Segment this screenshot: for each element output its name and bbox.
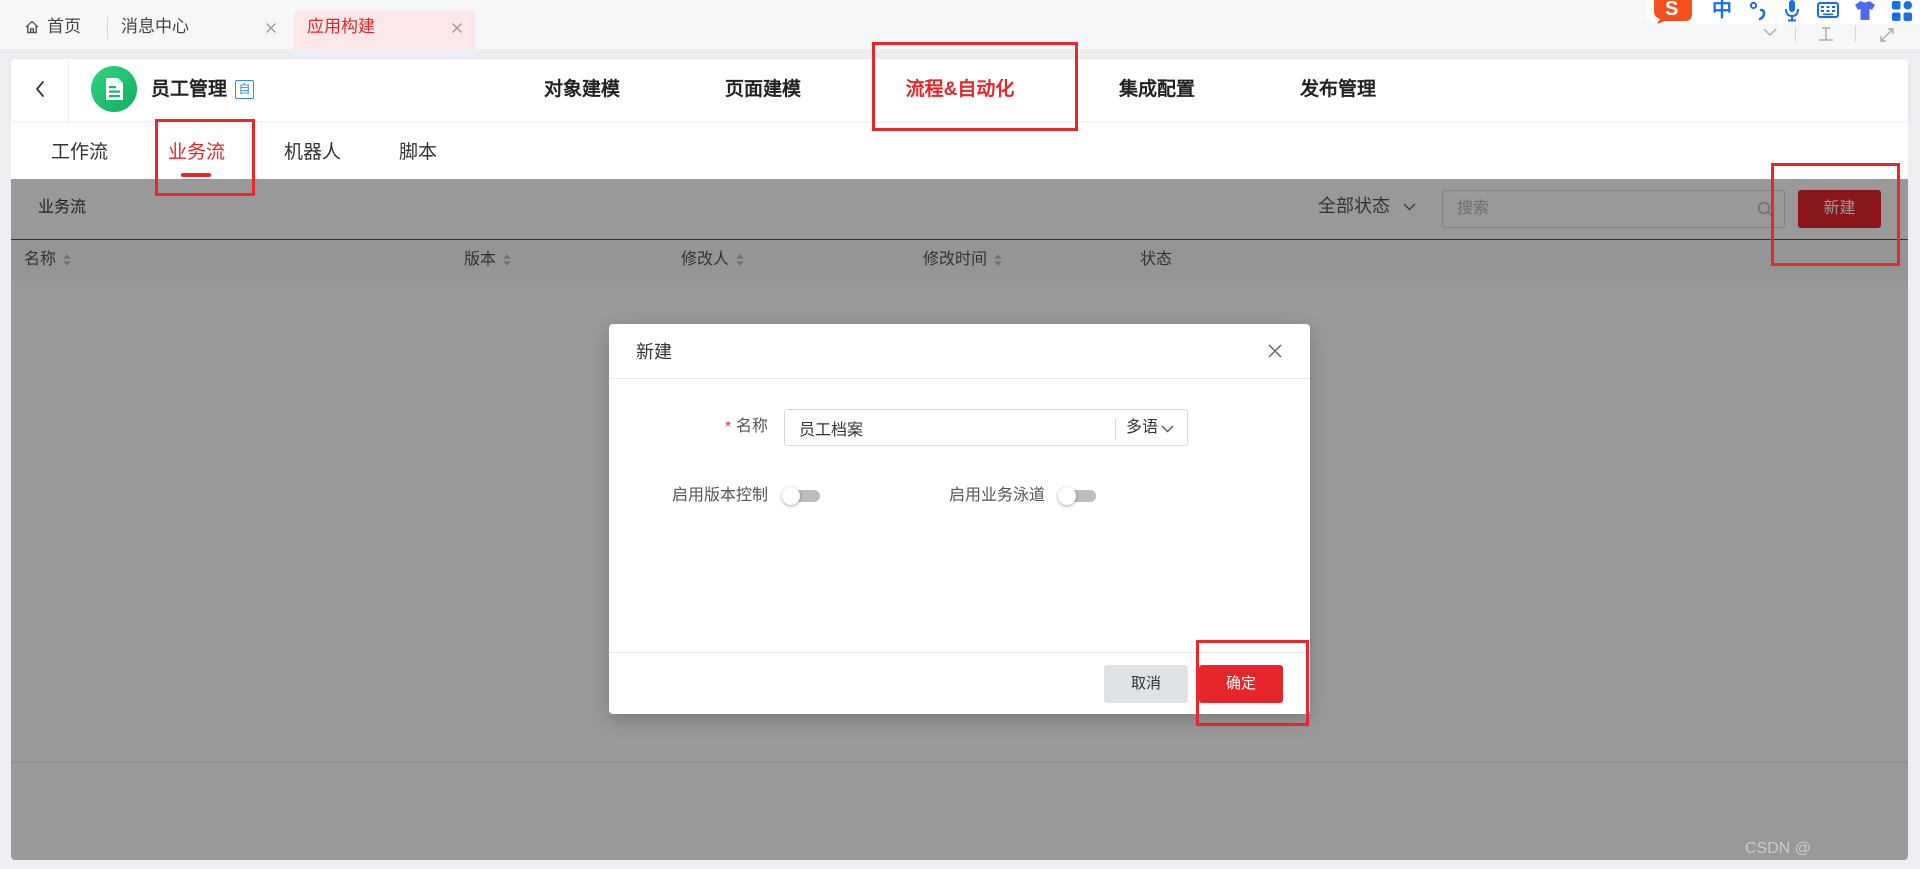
app-logo: [91, 66, 137, 112]
tab-label-messages: 消息中心: [121, 17, 189, 36]
version-control-label: 启用版本控制: [671, 487, 768, 504]
dialog-footer-divider: [609, 652, 1310, 653]
multi-language-label: 多语: [1126, 419, 1159, 436]
required-mark: *: [725, 418, 731, 435]
app-badge: 自: [235, 80, 254, 99]
nav-integration-config[interactable]: 集成配置: [1119, 79, 1195, 101]
cancel-button[interactable]: 取消: [1104, 665, 1188, 703]
pin-icon[interactable]: [1818, 27, 1834, 41]
confirm-button[interactable]: 确定: [1199, 665, 1283, 703]
app-name: 员工管理: [151, 79, 228, 100]
window-control-separator: [1855, 26, 1856, 42]
chevron-down-icon[interactable]: [1763, 28, 1777, 36]
subtab-robot[interactable]: 机器人: [284, 142, 341, 164]
expand-icon[interactable]: [1879, 27, 1895, 43]
ime-logo[interactable]: S: [1653, 0, 1693, 24]
dialog-header-divider: [609, 378, 1310, 379]
window-control-separator: [1795, 26, 1796, 42]
ime-mode-label[interactable]: 中: [1712, 0, 1732, 21]
nav-publish-management[interactable]: 发布管理: [1300, 79, 1376, 101]
document-icon: [106, 78, 123, 100]
watermark: CSDN @: [1745, 840, 1812, 857]
tab-label-app-builder: 应用构建: [307, 17, 375, 36]
toggle-knob: [782, 487, 800, 505]
active-subtab-indicator: [181, 173, 211, 177]
subtab-script[interactable]: 脚本: [399, 142, 437, 164]
tab-home[interactable]: 首页: [14, 10, 106, 49]
name-label: 名称: [735, 418, 768, 435]
name-input[interactable]: [784, 409, 1115, 446]
business-swimlane-toggle[interactable]: [1058, 487, 1096, 505]
keyboard-icon[interactable]: [1817, 2, 1839, 18]
tab-label-home: 首页: [47, 17, 81, 36]
close-icon[interactable]: [451, 22, 463, 34]
ime-logo-text: S: [1665, 0, 1679, 20]
version-control-toggle[interactable]: [782, 487, 820, 505]
nav-process-automation[interactable]: 流程&自动化: [906, 79, 1015, 101]
multi-language-button[interactable]: 多语: [1115, 409, 1188, 446]
toolbox-grid-icon[interactable]: [1891, 0, 1913, 22]
name-field-label: * 名称: [669, 418, 768, 436]
nav-page-modeling[interactable]: 页面建模: [725, 79, 801, 101]
skin-icon[interactable]: [1854, 0, 1876, 21]
punctuation-icon[interactable]: [1749, 1, 1767, 21]
chevron-down-icon: [1161, 425, 1174, 433]
home-icon: [25, 20, 39, 34]
subtab-business-flow[interactable]: 业务流: [168, 142, 225, 164]
close-icon[interactable]: [1268, 344, 1282, 358]
new-business-flow-dialog: 新建 * 名称 多语 启用版本控制 启用业务泳道 取消 确定: [609, 324, 1310, 714]
dialog-title: 新建: [636, 342, 672, 362]
subtab-workflow[interactable]: 工作流: [51, 142, 108, 164]
tab-app-builder[interactable]: 应用构建: [294, 10, 475, 49]
close-icon[interactable]: [265, 22, 277, 34]
tab-messages[interactable]: 消息中心: [108, 10, 292, 49]
toggle-knob: [1058, 487, 1076, 505]
microphone-icon[interactable]: [1784, 0, 1800, 22]
ime-toolbar: S 中: [1647, 0, 1920, 24]
business-swimlane-label: 启用业务泳道: [948, 487, 1045, 504]
chevron-left-icon: [36, 81, 44, 97]
back-button[interactable]: [11, 59, 69, 122]
nav-object-modeling[interactable]: 对象建模: [544, 79, 620, 101]
input-divider: [1115, 418, 1116, 439]
